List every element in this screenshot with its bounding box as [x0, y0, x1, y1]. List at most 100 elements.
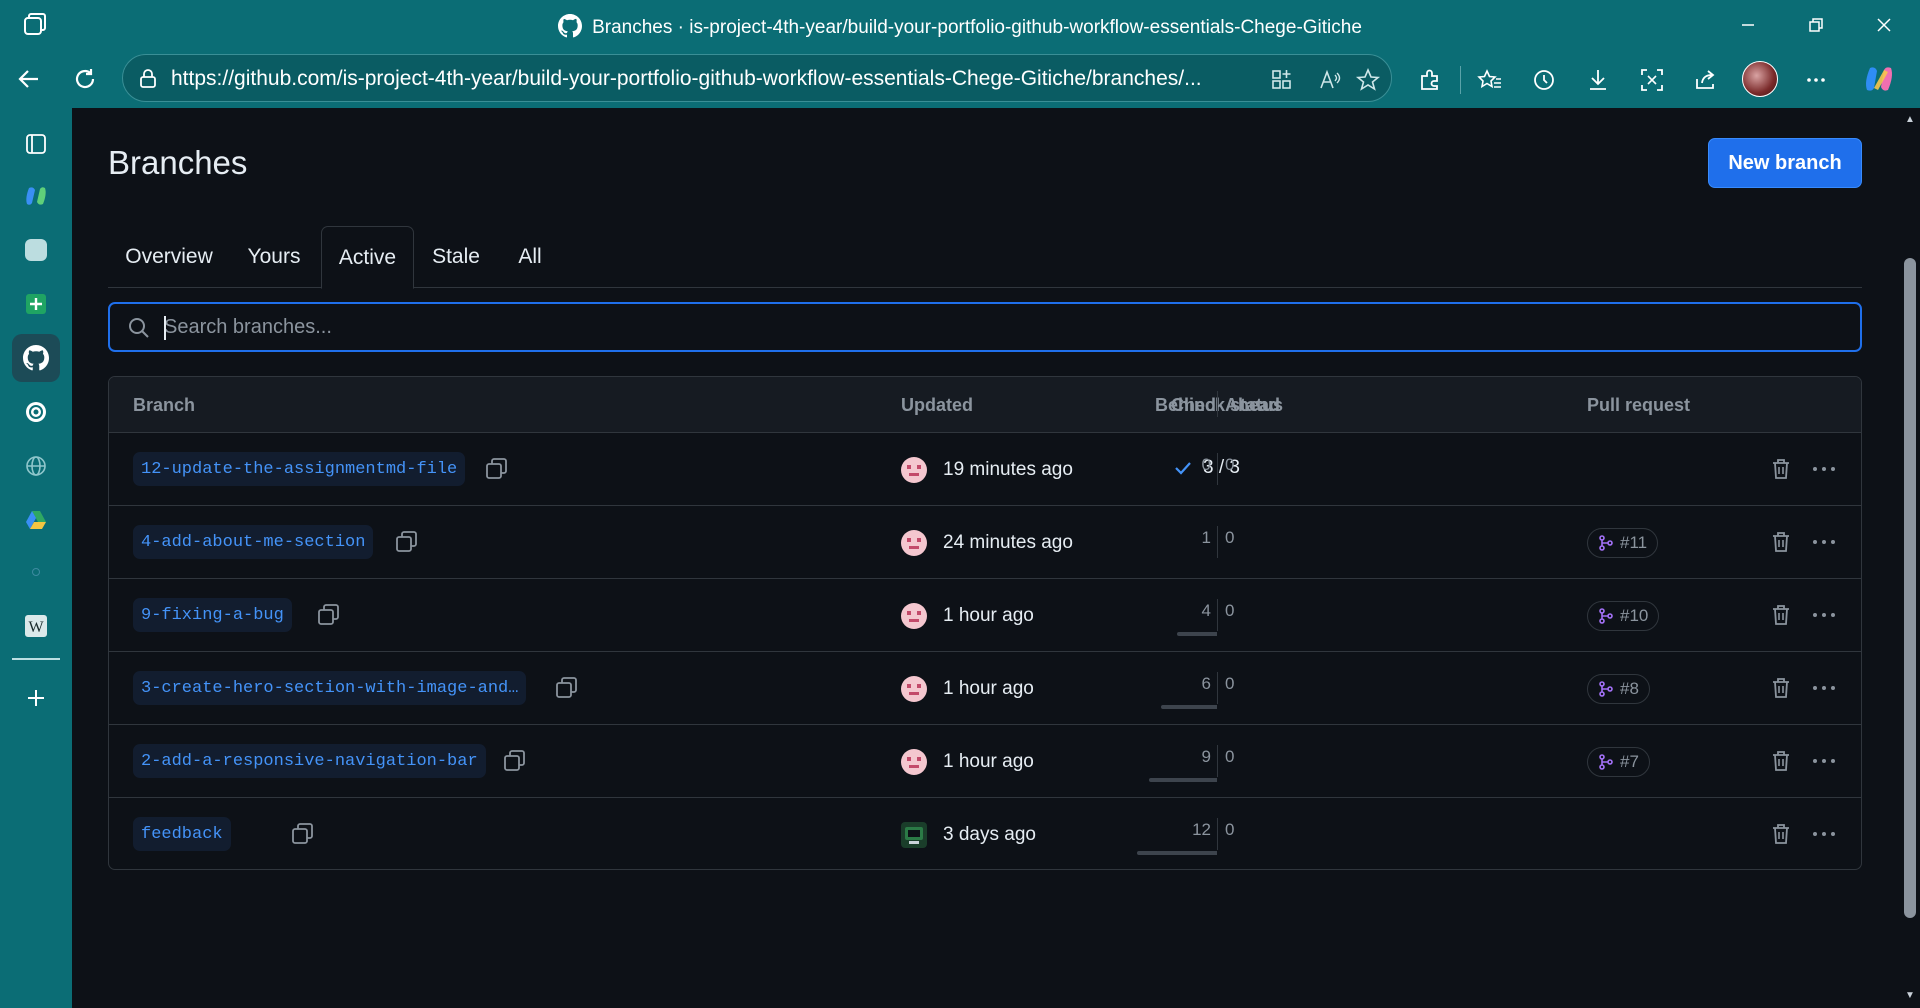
avatar[interactable] — [901, 749, 927, 775]
more-horizontal-icon[interactable] — [1809, 749, 1839, 773]
sidebar-drive[interactable] — [12, 496, 60, 544]
avatar[interactable] — [901, 822, 927, 848]
pull-request-link[interactable]: #7 — [1587, 747, 1650, 777]
profile-avatar[interactable] — [1742, 61, 1778, 97]
downloads-button[interactable] — [1584, 66, 1612, 94]
sidebar-add[interactable] — [12, 674, 60, 722]
table-row: 9-fixing-a-bug 1 hour ago 4 0 #10 — [109, 579, 1861, 652]
extensions-button[interactable] — [1416, 66, 1444, 94]
search-input[interactable] — [164, 312, 1844, 342]
screenshot-icon — [1641, 69, 1663, 91]
ahead-count: 0 — [1225, 674, 1235, 693]
column-header-updated: Updated — [901, 395, 973, 415]
github-icon — [558, 14, 583, 38]
copy-icon[interactable] — [393, 528, 421, 556]
sidebar-web[interactable] — [12, 442, 60, 490]
more-horizontal-icon[interactable] — [1809, 676, 1839, 700]
trash-icon[interactable] — [1769, 603, 1793, 627]
pull-request-link[interactable]: #10 — [1587, 601, 1660, 631]
new-branch-button[interactable]: New branch — [1708, 138, 1862, 188]
copy-icon[interactable] — [553, 674, 581, 702]
toolbar-separator — [1460, 66, 1461, 94]
sidebar-app-2[interactable] — [12, 548, 60, 596]
url-text[interactable]: https://github.com/is-project-4th-year/b… — [171, 67, 1351, 91]
back-button[interactable] — [12, 62, 46, 96]
column-header-branch: Branch — [133, 395, 196, 415]
sidebar-vertical-tabs[interactable] — [12, 120, 60, 168]
copy-icon[interactable] — [289, 820, 317, 848]
branch-name-link[interactable]: 12-update-the-assignmentmd-file — [133, 452, 466, 486]
copy-icon[interactable] — [483, 455, 511, 483]
read-aloud-icon[interactable] — [1317, 67, 1343, 93]
browser-toolbar: https://github.com/is-project-4th-year/b… — [0, 50, 1920, 108]
sidebar-copilot[interactable] — [12, 172, 60, 220]
tab-stale[interactable]: Stale — [414, 226, 498, 288]
trash-icon[interactable] — [1769, 676, 1793, 700]
page-scrollbar[interactable]: ▲ ▼ — [1900, 108, 1920, 1008]
ahead-count: 0 — [1225, 820, 1235, 839]
trash-icon[interactable] — [1769, 530, 1793, 554]
more-horizontal-icon[interactable] — [1809, 530, 1839, 554]
restore-button[interactable] — [1796, 10, 1836, 40]
branch-name-link[interactable]: 2-add-a-responsive-navigation-bar — [133, 744, 486, 778]
pull-request-link[interactable]: #11 — [1587, 528, 1659, 558]
trash-icon[interactable] — [1769, 457, 1793, 481]
more-horizontal-icon[interactable] — [1809, 603, 1839, 627]
app-available-icon[interactable] — [1269, 67, 1295, 93]
drive-icon — [26, 511, 46, 529]
avatar[interactable] — [901, 676, 927, 702]
avatar[interactable] — [901, 603, 927, 629]
trash-icon[interactable] — [1769, 749, 1793, 773]
small-dot-icon — [32, 568, 40, 576]
scroll-down-arrow-icon[interactable]: ▼ — [1904, 990, 1916, 1002]
download-icon — [1590, 70, 1606, 90]
copy-icon[interactable] — [501, 747, 529, 775]
ahead-count: 0 — [1225, 455, 1235, 474]
settings-more-button[interactable] — [1802, 66, 1830, 94]
sidebar-sheets[interactable] — [12, 280, 60, 328]
updated-time: 1 hour ago — [943, 751, 1034, 772]
table-row: 4-add-about-me-section 24 minutes ago 1 … — [109, 506, 1861, 579]
minimize-icon — [1742, 24, 1754, 26]
behind-bar — [1161, 705, 1217, 709]
avatar[interactable] — [901, 457, 927, 483]
copilot-button[interactable] — [1862, 62, 1896, 96]
branch-name-link[interactable]: feedback — [133, 817, 231, 851]
sidebar-wikipedia[interactable]: W — [12, 602, 60, 650]
share-button[interactable] — [1692, 66, 1720, 94]
branch-name-link[interactable]: 9-fixing-a-bug — [133, 598, 292, 632]
sidebar-chatgpt[interactable] — [12, 388, 60, 436]
trash-icon[interactable] — [1769, 822, 1793, 846]
copy-icon[interactable] — [315, 601, 343, 629]
branch-name-link[interactable]: 4-add-about-me-section — [133, 525, 374, 559]
pull-request-link[interactable]: #8 — [1587, 674, 1650, 704]
ahead-behind-divider — [1217, 599, 1218, 631]
tab-all[interactable]: All — [498, 226, 562, 288]
text-caret — [164, 316, 166, 340]
tab-active[interactable]: Active — [321, 226, 414, 289]
page-content: Branches New branch Overview Yours Activ… — [72, 108, 1900, 1008]
sidebar-app-1[interactable] — [12, 226, 60, 274]
favorites-button[interactable] — [1476, 66, 1504, 94]
lock-icon[interactable] — [137, 67, 159, 89]
screenshot-button[interactable] — [1638, 66, 1666, 94]
minimize-button[interactable] — [1728, 10, 1768, 40]
branch-name-link[interactable]: 3-create-hero-section-with-image-and… — [133, 671, 527, 705]
tab-overview[interactable]: Overview — [108, 226, 230, 288]
app-tile-icon — [25, 239, 47, 261]
sidebar-github[interactable] — [12, 334, 60, 382]
branch-search[interactable] — [108, 302, 1862, 352]
favorite-star-icon[interactable] — [1355, 67, 1381, 93]
scroll-up-arrow-icon[interactable]: ▲ — [1904, 114, 1916, 126]
window-title-text: Branches · is-project-4th-year/build-you… — [592, 17, 1362, 38]
more-horizontal-icon[interactable] — [1809, 457, 1839, 481]
avatar[interactable] — [901, 530, 927, 556]
more-horizontal-icon[interactable] — [1809, 822, 1839, 846]
tab-yours[interactable]: Yours — [230, 226, 318, 288]
address-bar[interactable]: https://github.com/is-project-4th-year/b… — [122, 54, 1392, 102]
history-button[interactable] — [1530, 66, 1558, 94]
refresh-button[interactable] — [68, 62, 102, 96]
window-title: Branches · is-project-4th-year/build-you… — [0, 14, 1920, 39]
close-button[interactable] — [1864, 10, 1904, 40]
scroll-thumb[interactable] — [1904, 258, 1916, 918]
